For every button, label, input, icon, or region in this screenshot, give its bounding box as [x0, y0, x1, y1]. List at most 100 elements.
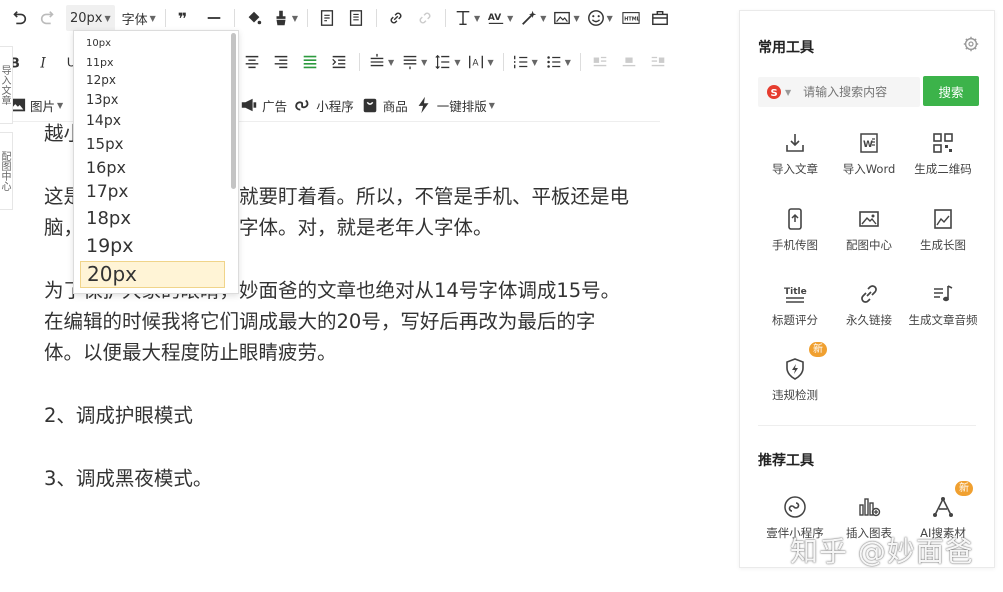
- ai-search-icon: [933, 497, 953, 517]
- float-right-button[interactable]: [647, 49, 669, 75]
- clear-format-button[interactable]: ▼: [272, 5, 298, 31]
- indent-icon: [332, 55, 346, 69]
- letter-spacing-icon: AV: [488, 13, 504, 24]
- undo-button[interactable]: [8, 5, 30, 31]
- one-click-layout-label: 一键排版: [436, 98, 487, 114]
- float-none-button[interactable]: [618, 49, 640, 75]
- unlink-button[interactable]: [414, 5, 436, 31]
- font-size-dropdown: 10px 11px 12px 13px 14px 15px 16px 17px …: [73, 30, 239, 294]
- emoji-button[interactable]: ▼: [587, 5, 613, 31]
- font-size-option[interactable]: 13px: [86, 93, 119, 108]
- tool-article-audio[interactable]: 生成文章音频: [904, 282, 982, 328]
- undo-icon: [13, 11, 27, 25]
- paragraph-spacing-before-button[interactable]: ▼: [368, 49, 394, 75]
- align-center-icon: [245, 55, 259, 69]
- gear-icon[interactable]: [962, 35, 980, 53]
- chevron-down-icon: ▼: [104, 13, 111, 23]
- sogou-icon[interactable]: S: [766, 84, 782, 100]
- float-left-icon: [593, 56, 607, 67]
- image-label: 图片: [30, 98, 56, 114]
- insert-goods-button[interactable]: 商品: [361, 92, 408, 118]
- font-family-select[interactable]: 字体 ▼: [122, 5, 156, 31]
- search-input[interactable]: [801, 84, 916, 100]
- bullet-list-button[interactable]: ▼: [545, 49, 571, 75]
- chevron-down-icon: ▼: [473, 13, 481, 23]
- search-button[interactable]: 搜索: [923, 76, 979, 106]
- chevron-down-icon[interactable]: ▼: [785, 88, 791, 97]
- text-spacing-button[interactable]: A ▼: [467, 49, 494, 75]
- panel-divider: [758, 425, 976, 426]
- insert-link-button[interactable]: [385, 5, 407, 31]
- font-size-option-selected[interactable]: 20px: [80, 261, 225, 288]
- font-size-option[interactable]: 11px: [86, 56, 114, 69]
- ordered-list-icon: [513, 55, 527, 69]
- editor: 20px▼ 字体▼ ❞ ▼ ▼ AV▼ ▼ ▼ ▼ HTML B I U: [0, 0, 680, 592]
- font-size-option[interactable]: 12px: [86, 73, 116, 87]
- svg-text:AV: AV: [488, 13, 501, 23]
- chevron-down-icon: ▼: [149, 13, 156, 23]
- tool-import-word[interactable]: W 导入Word: [830, 131, 908, 177]
- tool-image-center[interactable]: 配图中心: [830, 207, 908, 253]
- font-size-option[interactable]: 10px: [86, 38, 111, 49]
- one-click-layout-button[interactable]: 一键排版 ▼: [415, 92, 495, 118]
- horizontal-rule-button[interactable]: [203, 5, 225, 31]
- tool-label: 生成二维码: [914, 162, 972, 176]
- line-height-button[interactable]: ▼: [454, 5, 480, 31]
- align-justify-button[interactable]: [299, 49, 321, 75]
- font-size-option[interactable]: 16px: [86, 158, 126, 177]
- word-icon: W: [860, 133, 878, 153]
- align-right-button[interactable]: [270, 49, 292, 75]
- insert-mini-program-button[interactable]: 小程序: [294, 92, 354, 118]
- watermark: 知乎 @妙面爸: [790, 535, 974, 568]
- side-tab-images[interactable]: 配图中心: [0, 132, 13, 210]
- article-button[interactable]: [345, 5, 367, 31]
- tool-phone-upload[interactable]: 手机传图: [756, 207, 834, 253]
- float-left-button[interactable]: [589, 49, 611, 75]
- insert-template-button[interactable]: [316, 5, 338, 31]
- tool-import-article[interactable]: 导入文章: [756, 131, 834, 177]
- paragraph-spacing-after-button[interactable]: ▼: [401, 49, 427, 75]
- font-size-option[interactable]: 18px: [86, 208, 131, 229]
- tool-permanent-link[interactable]: 永久链接: [830, 282, 908, 328]
- svg-text:HTML: HTML: [624, 17, 640, 23]
- font-size-option[interactable]: 15px: [86, 135, 124, 153]
- title-score-icon: Title: [784, 287, 807, 303]
- side-tab-import[interactable]: 导入文章: [0, 46, 13, 124]
- ad-label: 广告: [262, 98, 288, 114]
- indent-button[interactable]: [328, 49, 350, 75]
- italic-icon: I: [39, 55, 46, 71]
- font-size-select[interactable]: 20px ▼: [66, 5, 115, 31]
- paragraph: 3、调成黑夜模式。: [44, 467, 213, 490]
- align-center-button[interactable]: [241, 49, 263, 75]
- italic-button[interactable]: I: [33, 49, 55, 75]
- toolbox-button[interactable]: [649, 5, 671, 31]
- redo-button[interactable]: [37, 5, 59, 31]
- font-size-option[interactable]: 14px: [86, 113, 121, 129]
- font-size-value: 20px: [70, 10, 103, 26]
- tool-violation-check[interactable]: 违规检测: [756, 357, 834, 403]
- tool-title-score[interactable]: Title 标题评分: [756, 282, 834, 328]
- tool-label: 标题评分: [772, 313, 818, 327]
- svg-text:I: I: [39, 55, 46, 71]
- tool-long-image[interactable]: 生成长图: [904, 207, 982, 253]
- bullet-list-icon: [547, 56, 561, 68]
- html-icon: HTML: [622, 12, 640, 24]
- format-painter-button[interactable]: [243, 5, 265, 31]
- insert-ad-button[interactable]: 广告: [240, 92, 287, 118]
- document-icon: [349, 10, 363, 26]
- insert-image-button[interactable]: 图片 ▼: [8, 92, 63, 118]
- blockquote-button[interactable]: ❞: [174, 5, 196, 31]
- magic-wand-button[interactable]: ▼: [520, 5, 546, 31]
- image-tool-button[interactable]: ▼: [553, 5, 580, 31]
- letter-spacing-button[interactable]: AV ▼: [487, 5, 513, 31]
- long-image-icon: [934, 209, 952, 229]
- font-size-option[interactable]: 19px: [86, 235, 133, 257]
- dropdown-scrollbar[interactable]: [231, 33, 236, 189]
- font-size-option[interactable]: 17px: [86, 182, 128, 202]
- paragraph: 2、调成护眼模式: [44, 404, 193, 427]
- html-button[interactable]: HTML: [620, 5, 642, 31]
- magic-wand-icon: [522, 10, 537, 25]
- line-spacing-button[interactable]: ▼: [434, 49, 460, 75]
- ordered-list-button[interactable]: ▼: [512, 49, 538, 75]
- tool-generate-qrcode[interactable]: 生成二维码: [904, 131, 982, 177]
